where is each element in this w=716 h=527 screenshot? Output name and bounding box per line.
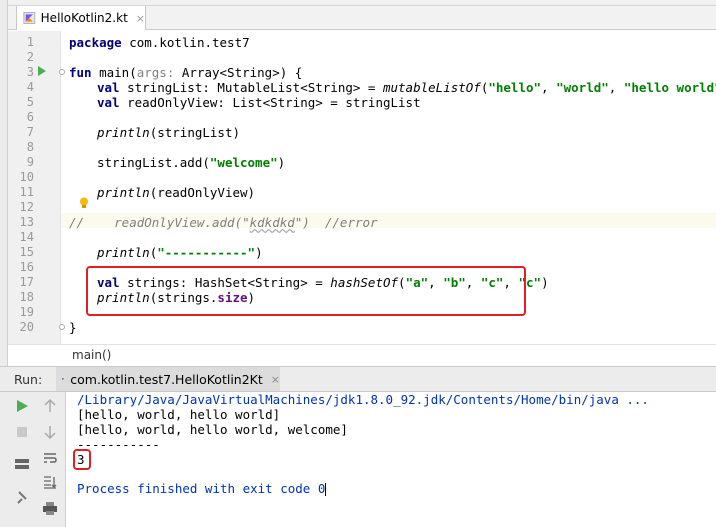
left-tool-strip	[0, 0, 8, 366]
rerun-button[interactable]	[14, 398, 30, 414]
editor-gutter: 1 2 3 4 5 6 7 8 9 10 11 12 13 14 15 16 1…	[8, 31, 61, 344]
layout-button[interactable]	[14, 456, 30, 472]
console-line: [hello, world, hello world]	[77, 407, 281, 422]
layout-icon	[15, 459, 29, 469]
console-output[interactable]: /Library/Java/JavaVirtualMachines/jdk1.8…	[67, 392, 716, 527]
kotlin-icon	[62, 378, 65, 380]
highlight-box-code	[86, 266, 526, 316]
code-line: println(stringList)	[97, 125, 240, 140]
line-number: 8	[26, 140, 34, 154]
scroll-up-button[interactable]	[42, 398, 58, 414]
scroll-down-button[interactable]	[42, 424, 58, 440]
code-line: println("-----------")	[97, 245, 263, 260]
line-number: 7	[26, 125, 34, 139]
print-button[interactable]	[42, 500, 58, 516]
editor-tab-label: HelloKotlin2.kt	[40, 11, 128, 25]
console-java-path[interactable]: /Library/Java/JavaVirtualMachines/jdk1.8…	[77, 392, 649, 407]
line-number: 6	[26, 110, 34, 124]
line-number: 11	[19, 185, 34, 199]
code-line: package com.kotlin.test7	[69, 35, 250, 50]
lightbulb-icon[interactable]	[79, 197, 89, 209]
soft-wrap-button[interactable]	[42, 450, 58, 466]
line-number: 14	[19, 230, 34, 244]
line-number: 2	[26, 50, 34, 64]
code-line-comment: // readOnlyView.add("kdkdkd") //error	[69, 215, 378, 230]
stop-button[interactable]	[14, 424, 30, 440]
run-panel-header: Run: com.kotlin.test7.HelloKotlin2Kt ×	[0, 366, 716, 392]
pin-icon	[17, 491, 27, 504]
code-line: fun main(args: Array<String>) {	[69, 65, 303, 80]
code-line: println(readOnlyView)	[97, 185, 256, 200]
line-number: 10	[19, 170, 34, 184]
line-number: 17	[19, 275, 34, 289]
editor-tab-bar: HelloKotlin2.kt ×	[8, 6, 716, 30]
kotlin-file-icon	[23, 12, 36, 24]
code-editor[interactable]: 1 2 3 4 5 6 7 8 9 10 11 12 13 14 15 16 1…	[8, 31, 716, 344]
scroll-to-end-button[interactable]	[42, 474, 58, 490]
line-number: 3	[26, 65, 34, 79]
code-line: val readOnlyView: List<String> = stringL…	[97, 95, 421, 110]
run-gutter-icon[interactable]	[38, 66, 46, 76]
line-number: 13	[19, 215, 34, 229]
code-line: }	[69, 320, 77, 335]
soft-wrap-icon	[44, 453, 57, 463]
run-toolbar	[0, 392, 66, 527]
arrow-up-icon	[44, 399, 56, 412]
stop-icon	[17, 427, 27, 437]
line-number: 15	[19, 245, 34, 259]
editor-tab-hellokotlin2[interactable]: HelloKotlin2.kt ×	[16, 6, 146, 30]
print-icon	[43, 501, 57, 515]
play-icon	[17, 400, 28, 412]
fold-marker-icon[interactable]	[59, 69, 65, 75]
run-panel-label: Run:	[14, 372, 43, 387]
line-number: 9	[26, 155, 34, 169]
arrow-down-icon	[44, 426, 56, 439]
line-number: 12	[19, 200, 34, 214]
breadcrumb-bar: main()	[8, 344, 716, 366]
line-number: 20	[19, 320, 34, 334]
console-finish-line: Process finished with exit code 0	[77, 481, 327, 496]
close-icon[interactable]: ×	[136, 12, 145, 25]
line-number: 1	[26, 35, 34, 49]
highlight-box-output	[73, 449, 91, 470]
line-number: 19	[19, 305, 34, 319]
line-number: 18	[19, 290, 34, 304]
line-number: 5	[26, 95, 34, 109]
run-tab-label: com.kotlin.test7.HelloKotlin2Kt	[70, 371, 263, 387]
pin-button[interactable]	[14, 490, 30, 506]
close-icon[interactable]: ×	[271, 373, 280, 386]
console-line: [hello, world, hello world, welcome]	[77, 422, 348, 437]
code-line: stringList.add("welcome")	[97, 155, 286, 170]
line-number: 4	[26, 80, 34, 94]
breadcrumb[interactable]: main()	[72, 348, 111, 362]
run-tab[interactable]: com.kotlin.test7.HelloKotlin2Kt ×	[56, 367, 280, 391]
scroll-to-end-icon	[44, 476, 57, 489]
line-number: 16	[19, 260, 34, 274]
code-line: val stringList: MutableList<String> = mu…	[97, 80, 716, 95]
fold-marker-icon[interactable]	[59, 324, 65, 330]
